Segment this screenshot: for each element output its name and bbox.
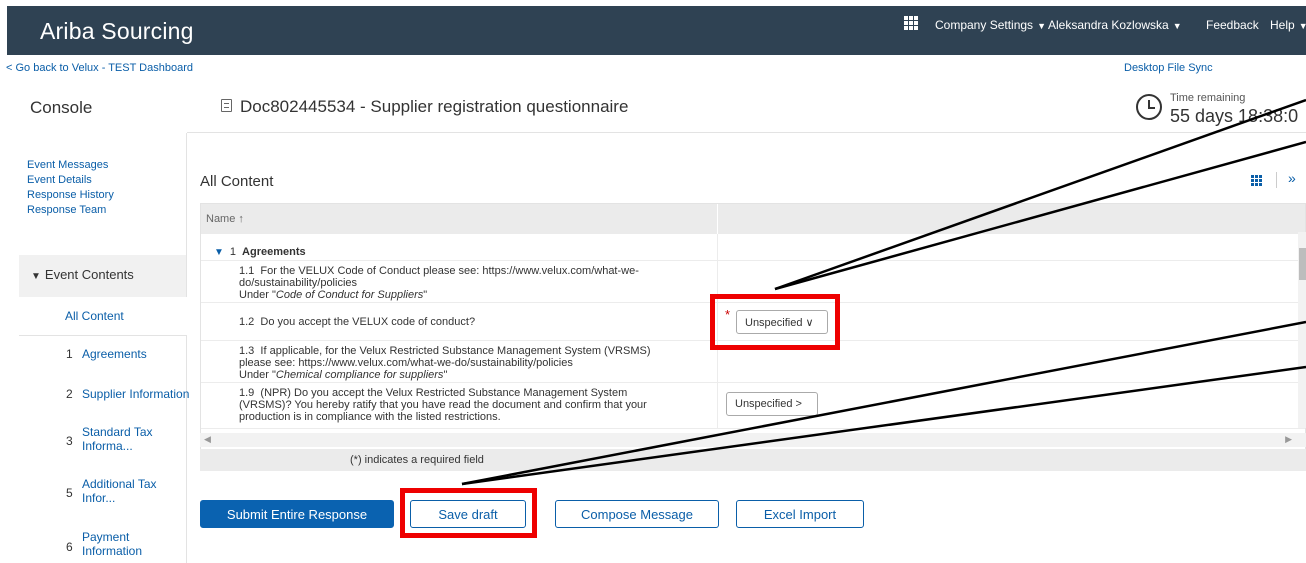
sidebar-item-number: 5: [66, 486, 73, 500]
toolbar-divider: [1276, 172, 1277, 188]
highlight-box: [400, 488, 537, 538]
compose-message-button[interactable]: Compose Message: [555, 500, 719, 528]
excel-import-button[interactable]: Excel Import: [736, 500, 864, 528]
page-title: Doc802445534 - Supplier registration que…: [240, 97, 629, 116]
sidebar-item-agreements[interactable]: Agreements: [82, 347, 147, 361]
desktop-file-sync-link[interactable]: Desktop File Sync: [1124, 62, 1213, 74]
feedback-link[interactable]: Feedback: [1206, 18, 1259, 32]
scrollbar-thumb[interactable]: [1299, 248, 1306, 280]
top-navigation-bar: Ariba Sourcing Company Settings ▼ Aleksan…: [7, 6, 1306, 55]
question-text: 1.1 For the VELUX Code of Conduct please…: [239, 265, 639, 301]
sidebar-divider: [19, 335, 186, 336]
caret-down-icon: ▼: [31, 271, 41, 282]
question-text: 1.3 If applicable, for the Velux Restric…: [239, 345, 651, 381]
table-row: 1.9 (NPR) Do you accept the Velux Restri…: [201, 383, 1305, 429]
back-to-dashboard-link[interactable]: < Go back to Velux - TEST Dashboard: [6, 62, 193, 74]
chevron-down-icon: ▼: [1037, 21, 1046, 31]
chevron-down-icon: ▼: [1172, 21, 1182, 31]
table-row: ▼ 1 Agreements: [201, 234, 1305, 261]
sidebar-item-additional-tax[interactable]: Additional Tax Infor...: [82, 477, 162, 505]
document-icon: [221, 99, 232, 112]
header-divider: [187, 132, 1306, 133]
sidebar-item-all-content[interactable]: All Content: [65, 309, 124, 323]
sidebar-item-supplier-information[interactable]: Supplier Information: [82, 387, 189, 401]
sidebar-item-number: 1: [66, 347, 73, 361]
help-menu[interactable]: Help ▼: [1270, 18, 1306, 32]
response-history-link[interactable]: Response History: [27, 188, 114, 203]
sidebar-item-number: 6: [66, 540, 73, 554]
submit-entire-response-button[interactable]: Submit Entire Response: [200, 500, 394, 528]
time-remaining-label: Time remaining: [1170, 92, 1246, 104]
event-messages-link[interactable]: Event Messages: [27, 158, 114, 173]
table-header: Name ↑: [201, 204, 1305, 234]
accept-vrsms-select[interactable]: Unspecified >: [726, 392, 818, 416]
event-contents-toggle[interactable]: ▼ Event Contents: [19, 255, 186, 297]
caret-down-icon: ▼: [214, 247, 224, 258]
sidebar-item-number: 2: [66, 387, 73, 401]
response-team-link[interactable]: Response Team: [27, 203, 114, 218]
scroll-left-icon[interactable]: ◀: [204, 434, 211, 445]
console-links: Event Messages Event Details Response Hi…: [27, 158, 114, 218]
app-grid-icon[interactable]: [904, 16, 918, 30]
company-settings-menu[interactable]: Company Settings ▼: [935, 18, 1046, 32]
question-text: 1.9 (NPR) Do you accept the Velux Restri…: [239, 387, 647, 423]
table-view-icon[interactable]: [1251, 175, 1264, 186]
clock-icon: [1136, 94, 1162, 120]
name-column-header[interactable]: Name ↑: [206, 213, 244, 225]
sidebar-item-number: 3: [66, 434, 73, 448]
expand-all-icon[interactable]: »: [1288, 170, 1296, 186]
chevron-down-icon: ▼: [1298, 21, 1306, 31]
time-remaining-value: 55 days 18:38:0: [1170, 106, 1299, 126]
horizontal-scrollbar[interactable]: ◀ ▶: [200, 433, 1306, 447]
event-details-link[interactable]: Event Details: [27, 173, 114, 188]
content-heading: All Content: [200, 173, 274, 190]
sidebar-divider: [186, 133, 187, 563]
sidebar-item-standard-tax[interactable]: Standard Tax Informa...: [82, 425, 162, 453]
vertical-scrollbar[interactable]: [1298, 232, 1306, 428]
required-field-note: (*) indicates a required field: [200, 449, 1306, 471]
user-menu[interactable]: Aleksandra Kozlowska ▼: [1048, 18, 1182, 32]
highlight-box: [710, 294, 840, 350]
sidebar-item-payment-information[interactable]: Payment Information: [82, 530, 162, 558]
scroll-right-icon[interactable]: ▶: [1285, 434, 1292, 445]
console-title: Console: [30, 98, 93, 117]
question-text: 1.2 Do you accept the VELUX code of cond…: [239, 316, 476, 328]
chevron-right-icon: >: [795, 398, 802, 410]
section-row[interactable]: ▼ 1 Agreements: [214, 242, 306, 260]
